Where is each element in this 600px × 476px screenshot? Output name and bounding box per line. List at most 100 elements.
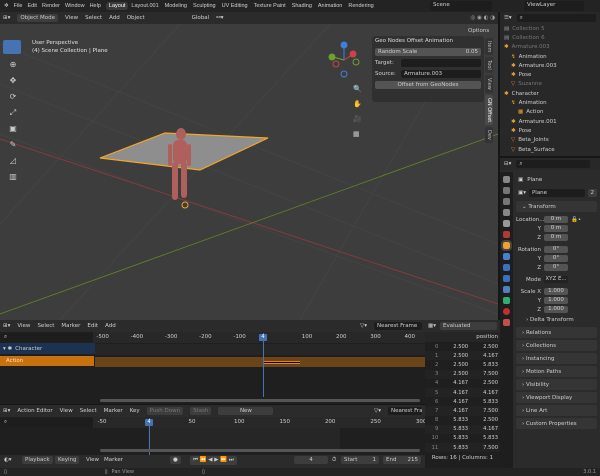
orientation-selector[interactable]: Global xyxy=(192,15,210,21)
menu-view[interactable]: View xyxy=(65,15,78,21)
random-scale-field[interactable]: Random Scale 0.05 xyxy=(375,48,481,56)
ae-menu-view[interactable]: View xyxy=(60,408,73,414)
nla-menu-select[interactable]: Select xyxy=(37,323,54,329)
outliner-item[interactable]: ✱ Armature.003 xyxy=(500,61,600,70)
nla-menu-edit[interactable]: Edit xyxy=(87,323,98,329)
section-relations[interactable]: › Relations xyxy=(516,327,597,338)
horizontal-scrollbar[interactable] xyxy=(100,399,420,402)
source-field[interactable]: Armature.003 xyxy=(401,70,481,78)
outliner-search[interactable]: ⌕ xyxy=(516,14,596,22)
outliner-item[interactable]: ▤ Collection 6 xyxy=(500,33,600,42)
workspace-tab-texture-paint[interactable]: Texture Paint xyxy=(251,2,289,10)
section-custom-properties[interactable]: › Custom Properties xyxy=(516,418,597,429)
channel-search[interactable]: ⌕ xyxy=(1,333,93,342)
tool-icons[interactable]: ⊕ ✥ ⟳ ⤢ ▣ ✎ ◿ ▥ xyxy=(3,57,23,185)
display-mode-icon[interactable]: ☰▾ xyxy=(504,15,512,21)
scale-x[interactable]: 1.000 xyxy=(544,288,568,295)
nla-menu-view[interactable]: View xyxy=(17,323,30,329)
tab-item[interactable]: Item xyxy=(485,38,493,56)
object-data-field[interactable]: Plane xyxy=(528,189,585,197)
editor-type-icon[interactable]: ⊟▾ xyxy=(504,161,511,167)
channel-search[interactable]: ⌕ xyxy=(1,418,93,427)
object-tab-icon[interactable] xyxy=(501,240,512,251)
end-frame-field[interactable]: End 215 xyxy=(383,456,421,464)
physics-tab-icon[interactable] xyxy=(503,275,510,282)
location-z[interactable]: 0 m xyxy=(544,234,568,241)
playhead[interactable]: 4 xyxy=(259,334,267,341)
workspace-tab-shading[interactable]: Shading xyxy=(289,2,315,10)
texture-tab-icon[interactable] xyxy=(503,319,510,326)
push-down-button[interactable]: Push Down xyxy=(146,407,184,415)
constraints-tab-icon[interactable] xyxy=(503,286,510,293)
world-tab-icon[interactable] xyxy=(503,231,510,238)
viewport-nav-icons[interactable]: 🔍 ✋ 🎥 ▦ xyxy=(353,82,362,142)
outliner-item[interactable]: ✱ Armature.001 xyxy=(500,117,600,126)
rotation-z[interactable]: 0° xyxy=(544,264,568,271)
offset-from-geonodes-button[interactable]: Offset from GeoNodes xyxy=(375,81,481,89)
mode-selector[interactable]: Object Mode xyxy=(17,14,59,22)
track-character[interactable]: ▾ ✱ Character xyxy=(0,343,95,354)
target-field[interactable] xyxy=(401,59,481,67)
workspace-tab-rendering[interactable]: Rendering xyxy=(345,2,376,10)
playback-controls[interactable]: ⏮ ⏪ ◀ ▶ ⏩ ⏭ xyxy=(190,456,237,465)
properties-search[interactable]: ⌕ xyxy=(516,160,590,168)
menu-file[interactable]: File xyxy=(14,3,23,9)
rotation-mode-select[interactable]: XYZ E... xyxy=(544,276,568,283)
tab-view[interactable]: View xyxy=(485,75,493,93)
select-tool-icon[interactable] xyxy=(3,40,21,54)
menu-add[interactable]: Add xyxy=(109,15,120,21)
filter-icon[interactable]: ▽▾ xyxy=(374,408,381,414)
render-tab-icon[interactable] xyxy=(503,187,510,194)
scale-y[interactable]: 1.000 xyxy=(544,297,568,304)
editor-type-icon[interactable]: ▦▾ xyxy=(428,323,436,329)
outliner-item[interactable]: ▦ Action xyxy=(500,108,600,117)
start-frame-field[interactable]: Start 1 xyxy=(341,456,379,464)
evaluation-mode-select[interactable]: Evaluated xyxy=(439,322,497,330)
outliner-item[interactable]: ↯ Animation xyxy=(500,52,600,61)
outliner-item[interactable]: ▤ Collection 5 xyxy=(500,24,600,33)
timeline-menu-view[interactable]: View xyxy=(86,457,99,463)
rotation-y[interactable]: 0° xyxy=(544,255,568,262)
editor-type-icon[interactable]: ⊞▾ xyxy=(3,15,10,21)
options-button[interactable]: Options xyxy=(465,27,493,35)
rotation-x[interactable]: 0° xyxy=(544,246,568,253)
scene-selector[interactable]: Scene xyxy=(430,1,492,11)
workspace-tab-layout[interactable]: Layout xyxy=(105,2,129,10)
workspace-tab-uv-editing[interactable]: UV Editing xyxy=(219,2,251,10)
blender-logo-icon[interactable]: ✲ xyxy=(4,3,9,9)
track-action[interactable]: Action xyxy=(0,356,94,366)
particles-tab-icon[interactable] xyxy=(503,264,510,271)
outliner-item[interactable]: ↯ Animation xyxy=(500,98,600,107)
menu-object[interactable]: Object xyxy=(127,15,145,21)
outliner-item[interactable]: ✱ Pose xyxy=(500,70,600,79)
object-type-icon[interactable]: ▣▾ xyxy=(518,190,526,196)
section-instancing[interactable]: › Instancing xyxy=(516,353,597,364)
view-layer-tab-icon[interactable] xyxy=(503,209,510,216)
delta-transform-subpanel[interactable]: › Delta Transform xyxy=(516,314,600,323)
menu-edit[interactable]: Edit xyxy=(27,3,36,9)
menu-window[interactable]: Window xyxy=(65,3,85,9)
snap-selector[interactable]: Nearest Fram xyxy=(388,407,422,415)
scale-z[interactable]: 1.000 xyxy=(544,306,568,313)
record-button[interactable]: ● xyxy=(170,456,181,464)
modifier-tab-icon[interactable] xyxy=(503,253,510,260)
section-visibility[interactable]: › Visibility xyxy=(516,379,597,390)
nla-menu-marker[interactable]: Marker xyxy=(61,323,80,329)
section-line-art[interactable]: › Line Art xyxy=(516,405,597,416)
nla-menu-add[interactable]: Add xyxy=(105,323,116,329)
pivot-icon[interactable]: ⚯▾ xyxy=(216,15,223,21)
playhead[interactable]: 4 xyxy=(145,419,153,426)
section-viewport-display[interactable]: › Viewport Display xyxy=(516,392,597,403)
current-frame-field[interactable]: 4 xyxy=(294,456,328,464)
scene-tab-icon[interactable] xyxy=(503,220,510,227)
location-x[interactable]: 0 m xyxy=(544,216,568,223)
workspace-tab-modeling[interactable]: Modeling xyxy=(162,2,190,10)
editor-type-icon[interactable]: ⊞▾ xyxy=(3,408,10,414)
outliner-item[interactable]: ✱ Character xyxy=(500,89,600,98)
tab-gn-offset[interactable]: GN Offset xyxy=(485,94,493,126)
menu-select[interactable]: Select xyxy=(85,15,102,21)
output-tab-icon[interactable] xyxy=(503,198,510,205)
view-layer-selector[interactable]: ViewLayer xyxy=(524,1,584,11)
ae-menu-key[interactable]: Key xyxy=(130,408,140,414)
menu-render[interactable]: Render xyxy=(42,3,60,9)
